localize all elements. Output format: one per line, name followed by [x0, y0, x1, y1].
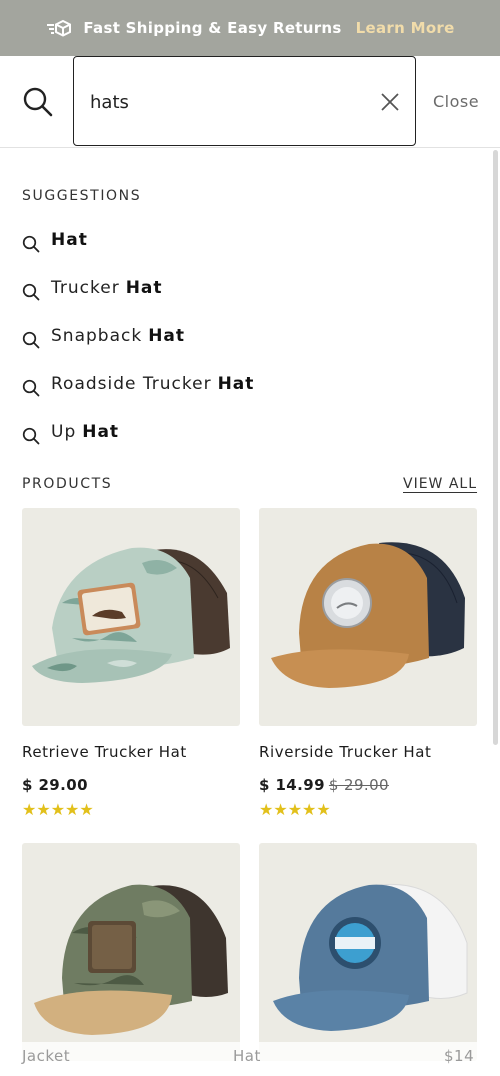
suggestion-bold: Hat — [148, 326, 186, 346]
suggestion-item[interactable]: Roadside Trucker Hat — [22, 374, 472, 422]
product-price-row: $ 29.00 — [22, 776, 240, 794]
suggestion-bold: Hat — [125, 278, 163, 298]
rating-stars: ★★★★★ — [22, 800, 94, 819]
close-button[interactable]: Close — [433, 92, 479, 111]
product-image[interactable] — [259, 508, 477, 726]
suggestion-bold: Hat — [82, 422, 120, 442]
search-bar: Close — [0, 56, 500, 148]
product-price: $ 29.00 — [22, 776, 88, 794]
suggestion-text: Trucker — [51, 278, 120, 298]
suggestion-item[interactable]: Up Hat — [22, 422, 472, 470]
learn-more-link[interactable]: Learn More — [356, 19, 455, 37]
suggestions-heading: SUGGESTIONS — [22, 188, 142, 204]
search-icon — [22, 283, 40, 301]
product-image[interactable] — [22, 508, 240, 726]
footer-item-right: $14 — [444, 1047, 475, 1065]
product-image[interactable] — [259, 843, 477, 1061]
suggestion-text: Up — [51, 422, 77, 442]
product-card[interactable]: Riverside Trucker Hat $ 14.99 $ 29.00 ★★★… — [259, 508, 477, 819]
faded-footer-strip: Jacket Hat $14 — [0, 1042, 500, 1076]
search-icon — [22, 235, 40, 253]
product-price-row: $ 14.99 $ 29.00 — [259, 776, 477, 794]
suggestion-text: Roadside Trucker — [51, 374, 212, 394]
suggestion-bold: Hat — [217, 374, 255, 394]
view-all-link[interactable]: VIEW ALL — [403, 476, 477, 492]
product-card[interactable]: Retrieve Trucker Hat $ 29.00 ★★★★★ — [22, 508, 240, 819]
search-input[interactable] — [90, 85, 360, 119]
search-icon[interactable] — [22, 86, 54, 118]
footer-item-left: Jacket — [22, 1047, 71, 1065]
search-icon — [22, 427, 40, 445]
suggestion-item[interactable]: Snapback Hat — [22, 326, 472, 374]
products-heading: PRODUCTS — [22, 476, 113, 492]
product-name: Riverside Trucker Hat — [259, 743, 432, 761]
clear-icon[interactable] — [379, 91, 401, 113]
search-field-box — [73, 56, 416, 146]
product-old-price: $ 29.00 — [328, 776, 389, 794]
product-card[interactable] — [259, 843, 477, 1061]
search-icon — [22, 331, 40, 349]
suggestions-list: Hat Trucker Hat Snapback Hat Roadside Tr… — [22, 230, 472, 470]
banner-text: Fast Shipping & Easy Returns — [83, 19, 342, 37]
scrollbar[interactable] — [493, 150, 498, 745]
footer-item-middle: Hat — [233, 1047, 261, 1065]
suggestion-item[interactable]: Hat — [22, 230, 472, 278]
shipping-box-icon — [45, 18, 73, 38]
product-price: $ 14.99 — [259, 776, 325, 794]
rating-stars: ★★★★★ — [259, 800, 331, 819]
product-name: Retrieve Trucker Hat — [22, 743, 187, 761]
promo-banner: Fast Shipping & Easy Returns Learn More — [0, 0, 500, 56]
suggestion-text: Snapback — [51, 326, 143, 346]
product-image[interactable] — [22, 843, 240, 1061]
suggestion-item[interactable]: Trucker Hat — [22, 278, 472, 326]
suggestion-bold: Hat — [51, 230, 88, 250]
product-card[interactable] — [22, 843, 240, 1061]
search-icon — [22, 379, 40, 397]
